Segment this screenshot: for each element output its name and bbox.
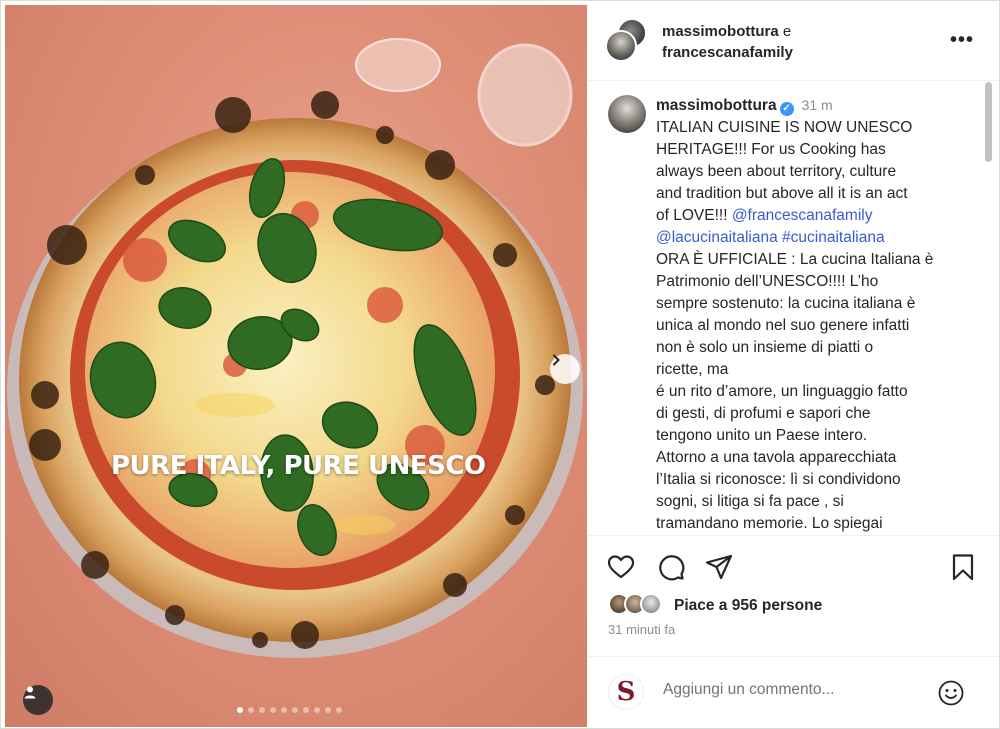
conjunction: e bbox=[778, 23, 792, 40]
avatar-massimobottura[interactable] bbox=[605, 30, 637, 62]
carousel-indicator bbox=[237, 707, 342, 713]
caption-line: é un rito d’amore, un linguaggio fatto bbox=[656, 383, 908, 400]
caption-line: non è solo un insieme di piatti o bbox=[656, 339, 874, 356]
overlay-text: PURE ITALY, PURE UNESCO bbox=[111, 451, 486, 481]
caption-line: sempre sostenuto: la cucina italiana è bbox=[656, 295, 916, 312]
caption-text: massimobottura ✓ 31 m ITALIAN CUISINE IS N… bbox=[656, 94, 966, 534]
post-actions: Piace a 956 persone 31 minuti fa bbox=[588, 535, 999, 655]
post-time[interactable]: 31 m bbox=[802, 97, 833, 113]
liker-avatar[interactable] bbox=[640, 593, 662, 615]
caption-line-with-mention: of LOVE!!! @francescanafamily bbox=[656, 205, 966, 227]
carousel-dot bbox=[248, 707, 254, 713]
carousel-dot bbox=[325, 707, 331, 713]
caption-line-text: of LOVE!!! bbox=[656, 207, 732, 224]
share-icon[interactable] bbox=[704, 552, 734, 582]
chevron-right-icon bbox=[553, 354, 560, 366]
caption-line: ITALIAN CUISINE IS NOW UNESCO bbox=[656, 119, 913, 136]
caption-line: l’Italia si riconosce: lì si condividono bbox=[656, 471, 901, 488]
tagged-users-button[interactable] bbox=[23, 685, 53, 715]
carousel-dot bbox=[336, 707, 342, 713]
post-media[interactable]: PURE ITALY, PURE UNESCO bbox=[5, 5, 587, 727]
caption-line: Attorno a una tavola apparecchiata bbox=[656, 449, 897, 466]
mention-hashtag-line[interactable]: @lacucinaitaliana #cucinaitaliana bbox=[656, 227, 966, 249]
carousel-dot bbox=[237, 707, 243, 713]
caption-line: tramandano memorie. Lo spiegai bbox=[656, 515, 883, 532]
username-link-2[interactable]: francescanafamily bbox=[662, 44, 793, 61]
caption-line: tengono unito un Paese intero. bbox=[656, 427, 868, 444]
more-options-button[interactable]: ••• bbox=[950, 29, 974, 52]
caption-line: unica al mondo nel suo genere infatti bbox=[656, 317, 910, 334]
caption-header-line: massimobottura ✓ 31 m bbox=[656, 94, 966, 117]
emoji-icon[interactable] bbox=[937, 679, 965, 707]
caption-avatar[interactable] bbox=[608, 95, 646, 133]
collab-usernames: massimobottura e francescanafamily bbox=[662, 21, 793, 63]
carousel-dot bbox=[314, 707, 320, 713]
carousel-next-button[interactable] bbox=[550, 354, 580, 384]
scrollbar-thumb[interactable] bbox=[985, 82, 992, 162]
post-timestamp[interactable]: 31 minuti fa bbox=[608, 622, 675, 637]
comment-input[interactable] bbox=[663, 681, 903, 699]
post-header: massimobottura e francescanafamily ••• bbox=[588, 1, 999, 81]
carousel-dot bbox=[270, 707, 276, 713]
bookmark-icon[interactable] bbox=[948, 552, 978, 582]
caption-line: sogni, si litiga si fa pace , si bbox=[656, 493, 844, 510]
instagram-post: PURE ITALY, PURE UNESCO massimobottura e bbox=[0, 0, 1000, 729]
mention-link[interactable]: @francescanafamily bbox=[732, 207, 873, 224]
caption-line: ricette, ma bbox=[656, 361, 729, 378]
likes-count[interactable]: Piace a 956 persone bbox=[674, 597, 822, 615]
comment-icon[interactable] bbox=[656, 552, 686, 582]
verified-badge-icon: ✓ bbox=[779, 102, 794, 116]
post-sidebar: massimobottura e francescanafamily ••• m… bbox=[588, 1, 999, 728]
heart-icon[interactable] bbox=[606, 552, 636, 582]
carousel-dot bbox=[259, 707, 265, 713]
current-user-avatar: S bbox=[608, 674, 644, 710]
caption-scrollbar[interactable] bbox=[983, 82, 993, 534]
caption-username[interactable]: massimobottura bbox=[656, 97, 777, 114]
carousel-dot bbox=[281, 707, 287, 713]
caption-line: di gesti, di profumi e sapori che bbox=[656, 405, 871, 422]
caption-line: always been about territory, culture bbox=[656, 163, 897, 180]
caption-line: and tradition but above all it is an act bbox=[656, 185, 908, 202]
caption-section: massimobottura ✓ 31 m ITALIAN CUISINE IS N… bbox=[588, 82, 999, 534]
caption-line: Patrimonio dell’UNESCO!!!! L’ho bbox=[656, 273, 879, 290]
carousel-dot bbox=[292, 707, 298, 713]
caption-line: ORA È UFFICIALE : La cucina Italiana è bbox=[656, 251, 934, 268]
add-comment-bar: S bbox=[588, 656, 999, 728]
carousel-dot bbox=[303, 707, 309, 713]
collab-avatars[interactable] bbox=[605, 18, 649, 62]
username-link-1[interactable]: massimobottura bbox=[662, 23, 779, 40]
pizza-photo bbox=[7, 38, 583, 658]
caption-line: HERITAGE!!! For us Cooking has bbox=[656, 141, 886, 158]
person-icon bbox=[24, 686, 36, 699]
